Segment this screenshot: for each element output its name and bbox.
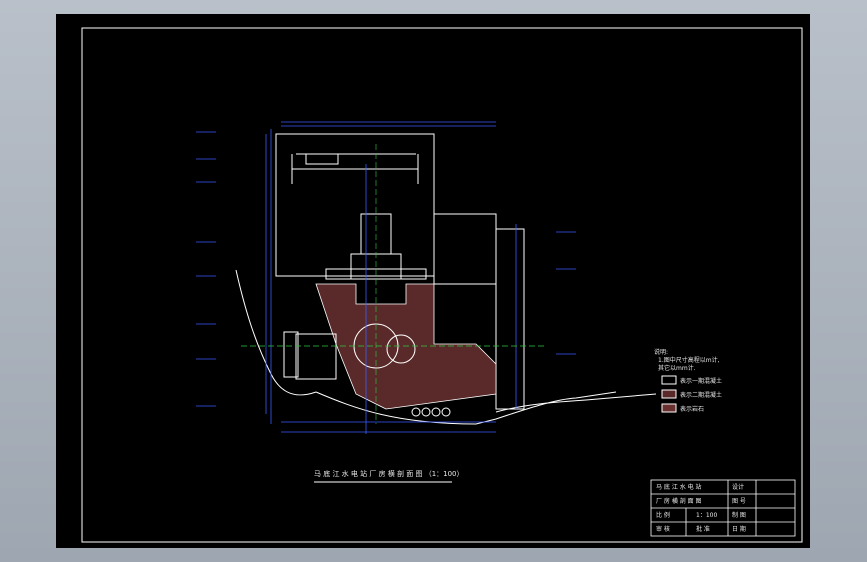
transformer-bay: [495, 228, 525, 410]
drain-2: [421, 407, 431, 417]
drawing-title: 马 底 江 水 电 站 厂 房 横 剖 面 图 （1：100）: [314, 469, 464, 478]
tb-name-2: 厂 房 横 剖 面 图: [656, 497, 702, 505]
tb-scale-value: 1：100: [696, 512, 717, 519]
legend-label-3: 表示岩石: [680, 405, 704, 413]
legend-swatch-2: [661, 389, 677, 399]
roof-truss: [291, 153, 419, 184]
drain-3: [431, 407, 441, 417]
tb-approve: 批 准: [696, 525, 710, 533]
tb-date: 日 期: [732, 525, 746, 533]
inner-frame: [81, 27, 803, 543]
tb-drawn: 制 图: [732, 511, 746, 519]
notes-line-1: 1.图中尺寸高程以m计,: [658, 356, 720, 364]
legend-label-2: 表示二期混凝土: [680, 391, 722, 399]
notes-line-2: 其它以mm计.: [658, 364, 696, 372]
notes-heading: 说明:: [654, 348, 668, 356]
cad-viewport[interactable]: 马 底 江 水 电 站 厂 房 横 剖 面 图 （1：100） 说明: 1.图中…: [0, 0, 867, 562]
crane-beam: [305, 153, 339, 165]
legend-label-1: 表示一期混凝土: [680, 377, 722, 385]
tb-name-1: 马 底 江 水 电 站: [656, 483, 702, 491]
legend-swatch-3: [661, 403, 677, 413]
tb-sheet-no: 图 号: [732, 498, 746, 505]
auxiliary-building: [433, 213, 497, 285]
draft-tube: [295, 333, 337, 380]
tb-design: 设计: [732, 483, 744, 491]
concrete-block: [315, 283, 497, 410]
powerhouse-upper: [275, 133, 435, 277]
tb-check: 审 核: [656, 525, 670, 533]
drain-1: [411, 407, 421, 417]
section-drawing: 马 底 江 水 电 站 厂 房 横 剖 面 图 （1：100） 说明: 1.图中…: [81, 27, 803, 543]
drain-4: [441, 407, 451, 417]
drawing-sheet: 马 底 江 水 电 站 厂 房 横 剖 面 图 （1：100） 说明: 1.图中…: [56, 14, 810, 548]
tb-scale-label: 比 例: [656, 511, 670, 519]
legend-swatch-1: [661, 375, 677, 385]
ground-line-left: [235, 269, 317, 396]
